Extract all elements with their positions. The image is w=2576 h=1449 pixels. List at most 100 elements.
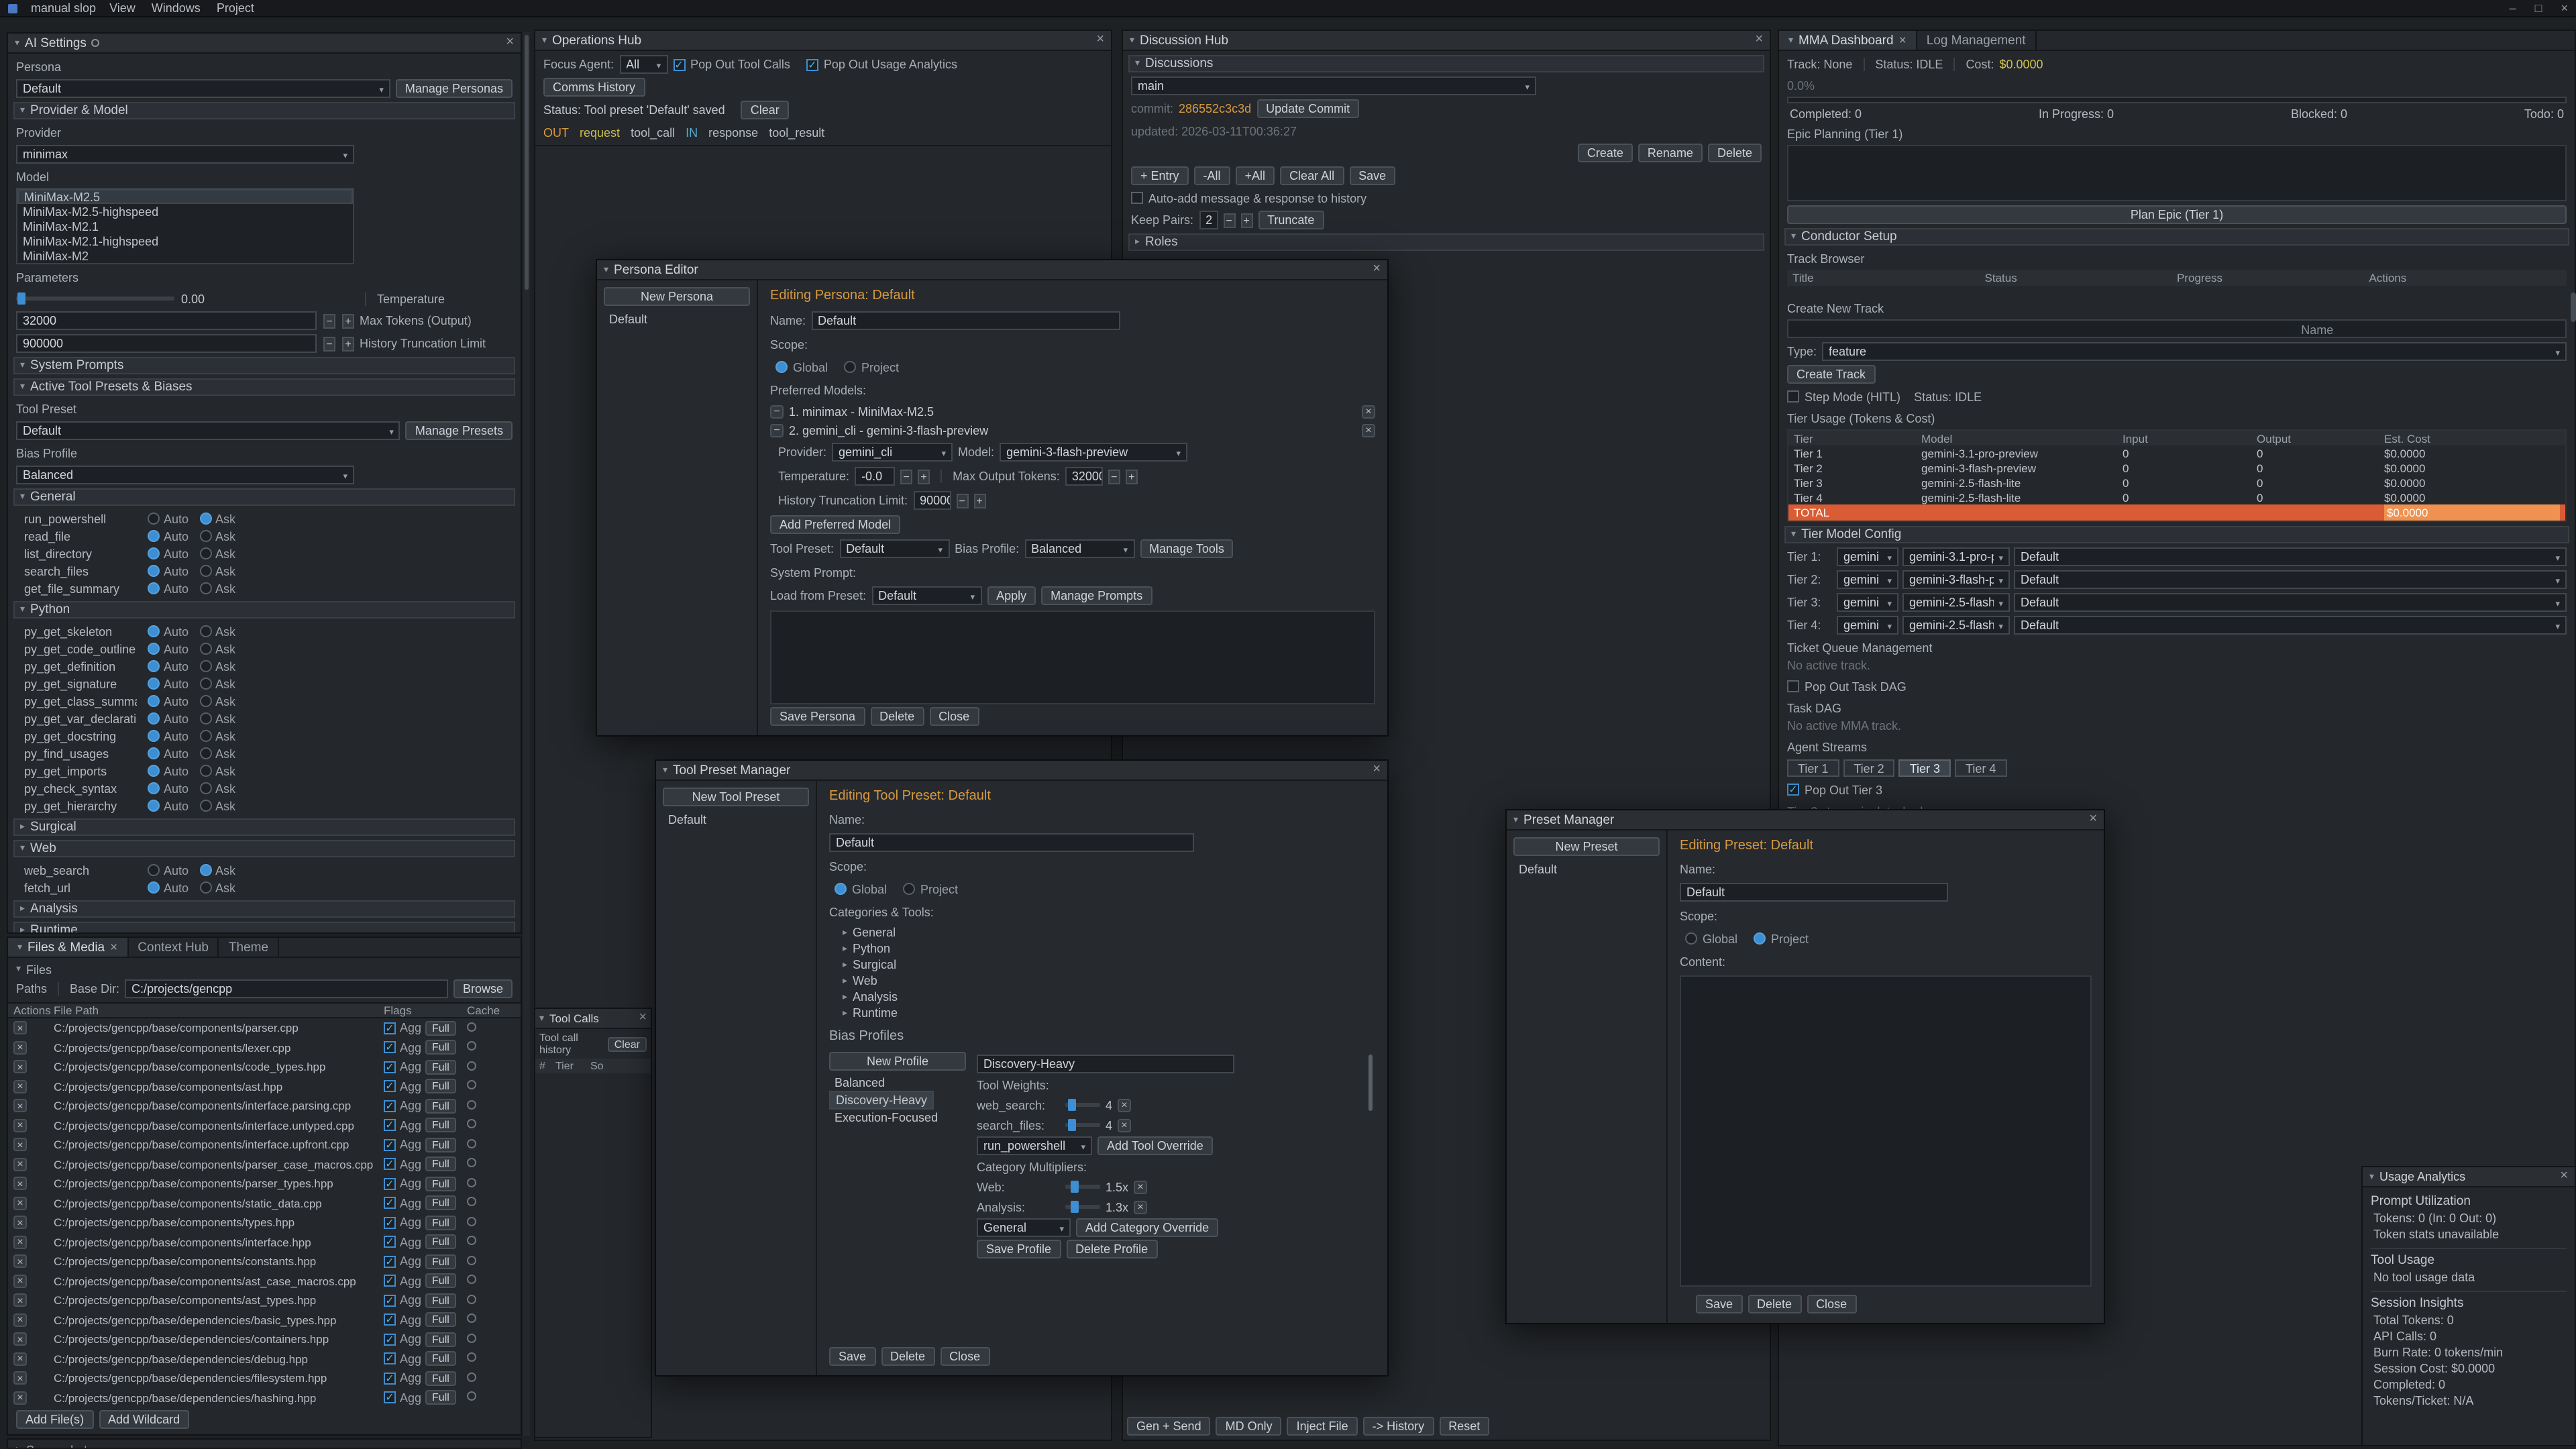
name-input[interactable]: Default — [1680, 883, 1948, 902]
composer-button[interactable]: Inject File — [1287, 1417, 1358, 1436]
ask-radio[interactable] — [199, 660, 211, 672]
base-dir-input[interactable]: C:/projects/gencpp — [125, 979, 448, 998]
maximize-icon[interactable] — [2535, 1, 2542, 15]
scope-global-radio[interactable] — [1685, 932, 1697, 945]
auto-radio[interactable] — [148, 881, 160, 894]
chevron-down-icon[interactable] — [542, 36, 547, 45]
tier-model-select[interactable]: gemini-2.5-flash-lite — [1902, 616, 2010, 635]
bias-profile-list-item[interactable]: Execution-Focused — [829, 1110, 966, 1126]
group-analysis[interactable]: Analysis — [13, 900, 515, 918]
manage-prompts-button[interactable]: Manage Prompts — [1041, 586, 1152, 605]
full-button[interactable]: Full — [425, 1118, 456, 1133]
remove-model-button[interactable] — [1362, 405, 1375, 418]
close-icon[interactable] — [1373, 263, 1381, 276]
close-dialog-button[interactable]: Close — [929, 707, 979, 726]
model-select[interactable]: gemini-3-flash-preview — [1000, 443, 1187, 462]
full-button[interactable]: Full — [425, 1079, 456, 1094]
group-surgical[interactable]: Surgical — [13, 818, 515, 836]
menu-item[interactable]: View — [109, 1, 136, 15]
tool-preset-select[interactable]: Default — [16, 421, 400, 440]
category-tree-item[interactable]: Analysis — [843, 990, 1375, 1004]
scrollbar-thumb[interactable] — [1368, 1055, 1373, 1111]
chevron-down-icon[interactable] — [15, 38, 19, 48]
tab-files-media[interactable]: Files & Media — [8, 938, 128, 957]
close-icon[interactable] — [2561, 1, 2568, 15]
full-button[interactable]: Full — [425, 1021, 456, 1036]
tier-model-select[interactable]: gemini-3.1-pro-preview — [1902, 547, 2010, 566]
auto-radio[interactable] — [148, 730, 160, 742]
tab-mma-dashboard[interactable]: MMA Dashboard — [1779, 31, 1917, 50]
save-persona-button[interactable]: Save Persona — [770, 707, 865, 726]
menu-item[interactable]: Windows — [152, 1, 201, 15]
category-tree-item[interactable]: Surgical — [843, 958, 1375, 971]
temperature-slider[interactable] — [16, 297, 174, 301]
scrollbar-thumb[interactable] — [525, 35, 529, 290]
discussion-action-button[interactable]: Rename — [1638, 144, 1703, 162]
auto-radio[interactable] — [148, 625, 160, 637]
tier-provider-select[interactable]: gemini — [1837, 547, 1898, 566]
full-button[interactable]: Full — [425, 1313, 456, 1328]
full-button[interactable]: Full — [425, 1157, 456, 1172]
remove-weight-button[interactable] — [1118, 1098, 1131, 1112]
agg-checkbox[interactable] — [384, 1314, 396, 1326]
bias-profile-select[interactable]: Balanced — [16, 466, 354, 484]
close-icon[interactable] — [1373, 763, 1381, 777]
tab-theme[interactable]: Theme — [219, 938, 279, 957]
full-button[interactable]: Full — [425, 1196, 456, 1211]
ask-radio[interactable] — [199, 695, 211, 707]
persona-list-item[interactable]: Default — [604, 311, 750, 327]
agg-checkbox[interactable] — [384, 1295, 396, 1307]
discussion-action-button[interactable]: Delete — [1708, 144, 1762, 162]
delete-tool-preset-button[interactable]: Delete — [881, 1347, 934, 1366]
composer-button[interactable]: Reset — [1439, 1417, 1489, 1436]
history-limit-input[interactable]: 900000 — [16, 334, 317, 353]
agg-checkbox[interactable] — [384, 1373, 396, 1385]
agg-checkbox[interactable] — [384, 1178, 396, 1190]
model-list-item[interactable]: MiniMax-M2 — [17, 248, 353, 263]
remove-file-button[interactable] — [13, 1294, 27, 1307]
chevron-down-icon[interactable] — [1130, 36, 1134, 45]
load-preset-select[interactable]: Default — [871, 586, 981, 605]
section-roles[interactable]: Roles — [1128, 233, 1764, 251]
multiplier-slider[interactable] — [1065, 1185, 1100, 1189]
model-list-item[interactable]: MiniMax-M2.1 — [17, 219, 353, 233]
agg-checkbox[interactable] — [384, 1353, 396, 1365]
ask-radio[interactable] — [199, 730, 211, 742]
minimize-icon[interactable] — [2510, 1, 2516, 15]
group-python[interactable]: Python — [13, 601, 515, 619]
agg-checkbox[interactable] — [384, 1100, 396, 1112]
chevron-down-icon[interactable] — [604, 265, 608, 274]
category-tree-item[interactable]: Python — [843, 942, 1375, 955]
plan-epic-button[interactable]: Plan Epic (Tier 1) — [1787, 205, 2567, 224]
popout-tier3-checkbox[interactable] — [1787, 784, 1799, 796]
add-files-button[interactable]: Add File(s) — [16, 1410, 93, 1429]
auto-radio[interactable] — [148, 800, 160, 812]
add-preferred-model-button[interactable]: Add Preferred Model — [770, 515, 900, 534]
decrement-button[interactable] — [1108, 469, 1120, 484]
composer-button[interactable]: Gen + Send — [1127, 1417, 1211, 1436]
remove-weight-button[interactable] — [1118, 1118, 1131, 1132]
delete-profile-button[interactable]: Delete Profile — [1066, 1240, 1157, 1258]
agg-checkbox[interactable] — [384, 1022, 396, 1034]
entry-action-button[interactable]: Save — [1349, 166, 1395, 185]
agg-checkbox[interactable] — [384, 1197, 396, 1210]
delete-preset-button[interactable]: Delete — [1748, 1295, 1801, 1313]
full-button[interactable]: Full — [425, 1099, 456, 1114]
chevron-down-icon[interactable] — [2369, 1172, 2374, 1181]
auto-radio[interactable] — [148, 513, 160, 525]
ask-radio[interactable] — [199, 678, 211, 690]
system-prompt-textarea[interactable] — [770, 610, 1375, 704]
close-dialog-button[interactable]: Close — [1807, 1295, 1856, 1313]
model-list-item[interactable]: MiniMax-M2.5-highspeed — [17, 204, 353, 219]
auto-radio[interactable] — [148, 547, 160, 559]
agg-checkbox[interactable] — [384, 1120, 396, 1132]
entry-action-button[interactable]: Clear All — [1280, 166, 1344, 185]
save-profile-button[interactable]: Save Profile — [977, 1240, 1061, 1258]
step-mode-checkbox[interactable] — [1787, 390, 1799, 402]
remove-file-button[interactable] — [13, 1041, 27, 1055]
new-profile-button[interactable]: New Profile — [829, 1052, 966, 1071]
chevron-down-icon[interactable] — [16, 965, 21, 974]
full-button[interactable]: Full — [425, 1391, 456, 1405]
bias-profile-select[interactable]: Balanced — [1024, 539, 1134, 558]
provider-select[interactable]: gemini_cli — [832, 443, 953, 462]
